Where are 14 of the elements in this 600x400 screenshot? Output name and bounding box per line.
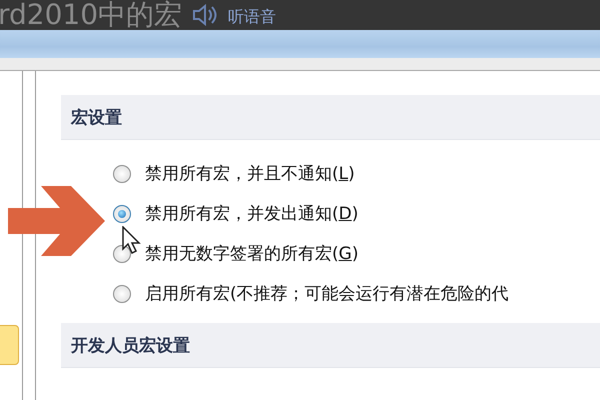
radio-button[interactable]	[113, 164, 131, 182]
section-header: 宏设置	[61, 95, 600, 140]
radio-label: 禁用无数字签署的所有宏(G)	[145, 243, 358, 265]
radio-label: 禁用所有宏，并发出通知(D)	[145, 203, 358, 225]
listen-link[interactable]: 听语音	[228, 4, 276, 30]
page-title: rd2010中的宏	[0, 0, 182, 30]
section-header: 开发人员宏设置	[61, 323, 600, 368]
radio-button[interactable]	[113, 244, 131, 262]
radio-label: 启用所有宏(不推荐；可能会运行有潜在危险的代	[145, 283, 509, 305]
radio-button[interactable]	[113, 204, 131, 222]
radio-label: 禁用所有宏，并且不通知(L)	[145, 163, 355, 185]
cursor-icon	[122, 226, 142, 254]
radio-button[interactable]	[113, 284, 131, 302]
speaker-icon	[192, 3, 218, 27]
